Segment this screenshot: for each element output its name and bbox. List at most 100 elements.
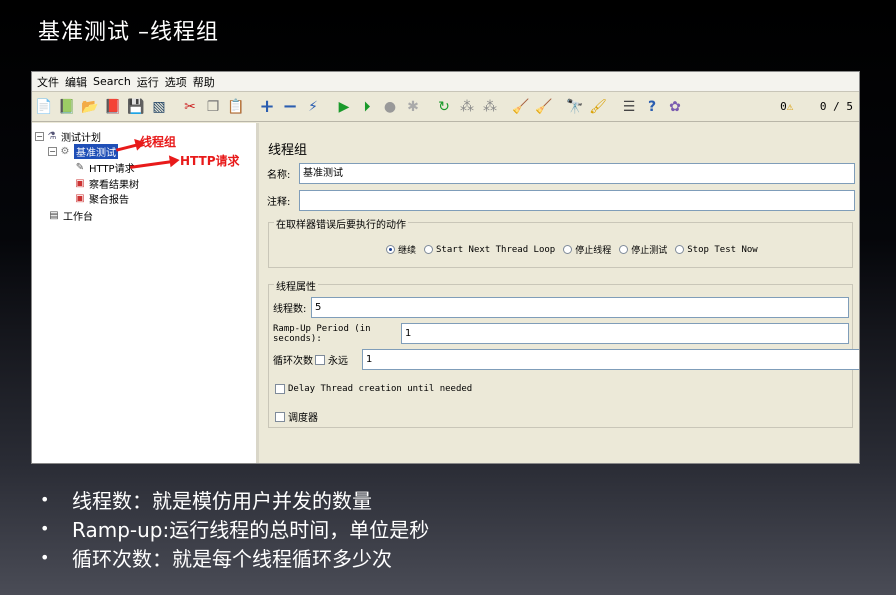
menu-run[interactable]: 运行 [134,74,162,90]
warning-icon[interactable]: ⚠ [787,100,794,113]
shutdown-icon[interactable]: ✱ [403,97,423,117]
comment-row: 注释: [267,190,855,211]
forever-label: 永远 [328,356,348,367]
toolbar-separator [611,97,615,117]
annotation-arrow [115,143,139,152]
bullet-text: 循环次数：就是每个线程循环多少次 [72,547,392,571]
collapse-toggle[interactable]: − [35,132,44,141]
loop-field[interactable]: 1 [362,349,859,370]
radio-start-next-loop[interactable]: Start Next Thread Loop [424,245,555,255]
name-field[interactable]: 基准测试 [299,163,855,184]
thread-group-icon: ⚙ [60,145,70,157]
annotation-arrow [129,160,173,169]
bullet-list: • 线程数：就是模仿用户并发的数量 • Ramp-up:运行线程的总时间，单位是秒 … [40,485,429,572]
radio-stop-thread[interactable]: 停止线程 [563,243,611,256]
radio-stop-test[interactable]: 停止测试 [619,243,667,256]
tree-node-test-plan[interactable]: − ⚗ 测试计划 [35,129,101,144]
copy-icon[interactable]: ❐ [203,97,223,117]
stop-icon[interactable]: ● [380,97,400,117]
tree-node-workbench[interactable]: ▤ 工作台 [48,208,93,224]
tree-node-http-request[interactable]: ✎ HTTP请求 [74,160,135,176]
collapse-toggle[interactable]: − [48,147,57,156]
logger-icon[interactable]: ✿ [665,97,685,117]
forever-checkbox[interactable] [315,354,325,365]
remote-stop-icon[interactable]: ⁂ [457,97,477,117]
test-plan-icon: ⚗ [47,130,57,142]
reset-search-icon[interactable]: 🖌 [588,97,608,117]
remote-start-icon[interactable]: ↻ [434,97,454,117]
menu-search[interactable]: Search [90,75,134,88]
comment-field[interactable] [299,190,855,211]
toolbar-separator [557,97,561,117]
toolbar-separator [172,97,176,117]
scheduler-checkbox[interactable] [275,411,285,422]
radio-label: Start Next Thread Loop [436,244,556,255]
status-counter: 0⚠ 0 / 5 [780,100,853,113]
panel-title: 线程组 [268,143,308,158]
threads-field[interactable]: 5 [311,297,849,318]
toggle-icon[interactable]: ⚡ [303,97,323,117]
new-icon[interactable]: 📄 [34,97,54,117]
cut-icon[interactable]: ✂ [180,97,200,117]
toolbar-separator [426,97,430,117]
thread-properties-legend: 线程属性 [274,278,318,293]
menu-file[interactable]: 文件 [34,74,62,90]
radio-label: 继续 [398,246,417,256]
search-icon[interactable]: 🔭 [565,97,585,117]
sampler-icon: ✎ [75,161,85,173]
error-action-legend: 在取样器错误后要执行的动作 [274,216,408,231]
radio-dot [619,245,629,254]
name-label: 名称: [267,170,291,181]
scheduler-label: 调度器 [288,413,318,424]
close-icon[interactable]: 📕 [103,97,123,117]
paste-icon[interactable]: 📋 [226,97,246,117]
save-as-icon[interactable]: ▧ [149,97,169,117]
delay-checkbox[interactable] [275,384,285,394]
open-icon[interactable]: 📂 [80,97,100,117]
thread-properties-group: 线程属性 线程数: 5 Ramp-Up Period (in seconds):… [268,278,859,428]
help-icon[interactable]: ? [642,97,662,117]
clear-icon[interactable]: 🧹 [511,97,531,117]
radio-dot [386,245,395,254]
save-icon[interactable]: 💾 [126,97,146,117]
rampup-row: Ramp-Up Period (in seconds): 1 [273,323,849,344]
collapse-icon[interactable]: − [280,97,300,117]
main-area: − ⚗ 测试计划 − ⚙ 基准测试 ✎ HTTP请求 ▣ 察看结果树 ▣ 聚合报… [32,123,859,463]
remote-shutdown-icon[interactable]: ⁂ [480,97,500,117]
menu-help[interactable]: 帮助 [190,74,218,90]
workbench-icon: ▤ [49,209,59,221]
thread-group-panel: 线程组 名称: 基准测试 注释: 在取样器错误后要执行的动作 继续 Start … [259,123,859,463]
bullet-dot: • [40,490,50,509]
radio-stop-test-now[interactable]: Stop Test Now [675,244,758,255]
tree-label: 察看结果树 [89,180,139,191]
expand-icon[interactable]: + [257,97,277,117]
menubar: 文件 编辑 Search 运行 选项 帮助 [32,72,859,92]
rampup-field[interactable]: 1 [401,323,849,344]
templates-icon[interactable]: 📗 [57,97,77,117]
start-icon[interactable]: ▶ [334,97,354,117]
radio-label: 停止测试 [631,246,668,256]
tree-label: 聚合报告 [89,195,129,206]
scheduler-row: 调度器 [275,409,318,424]
tree-node-aggregate-report[interactable]: ▣ 聚合报告 [74,191,129,207]
bullet-text: Ramp-up:运行线程的总时间，单位是秒 [72,518,430,542]
radio-label: 停止线程 [575,246,612,256]
tree-node-thread-group[interactable]: − ⚙ 基准测试 [48,144,118,159]
menu-edit[interactable]: 编辑 [62,74,90,90]
listener-icon: ▣ [75,177,85,189]
test-tree: − ⚗ 测试计划 − ⚙ 基准测试 ✎ HTTP请求 ▣ 察看结果树 ▣ 聚合报… [32,123,259,463]
radio-continue[interactable]: 继续 [386,243,416,256]
delay-row: Delay Thread creation until needed [275,384,472,394]
radio-label: Stop Test Now [687,244,758,255]
function-helper-icon[interactable]: ☰ [619,97,639,117]
menu-options[interactable]: 选项 [162,74,190,90]
bullet-item: • 循环次数：就是每个线程循环多少次 [40,543,429,572]
toolbar-separator [326,97,330,117]
threads-row: 线程数: 5 [273,297,849,318]
name-row: 名称: 基准测试 [267,163,855,184]
start-no-pause-icon[interactable]: ⏵ [357,97,377,117]
toolbar: 📄 📗 📂 📕 💾 ▧ ✂ ❐ 📋 + − ⚡ ▶ ⏵ ● ✱ ↻ ⁂ ⁂ 🧹 … [32,92,859,122]
delay-label: Delay Thread creation until needed [288,384,473,394]
clear-all-icon[interactable]: 🧹 [534,97,554,117]
tree-node-view-results[interactable]: ▣ 察看结果树 [74,176,139,192]
